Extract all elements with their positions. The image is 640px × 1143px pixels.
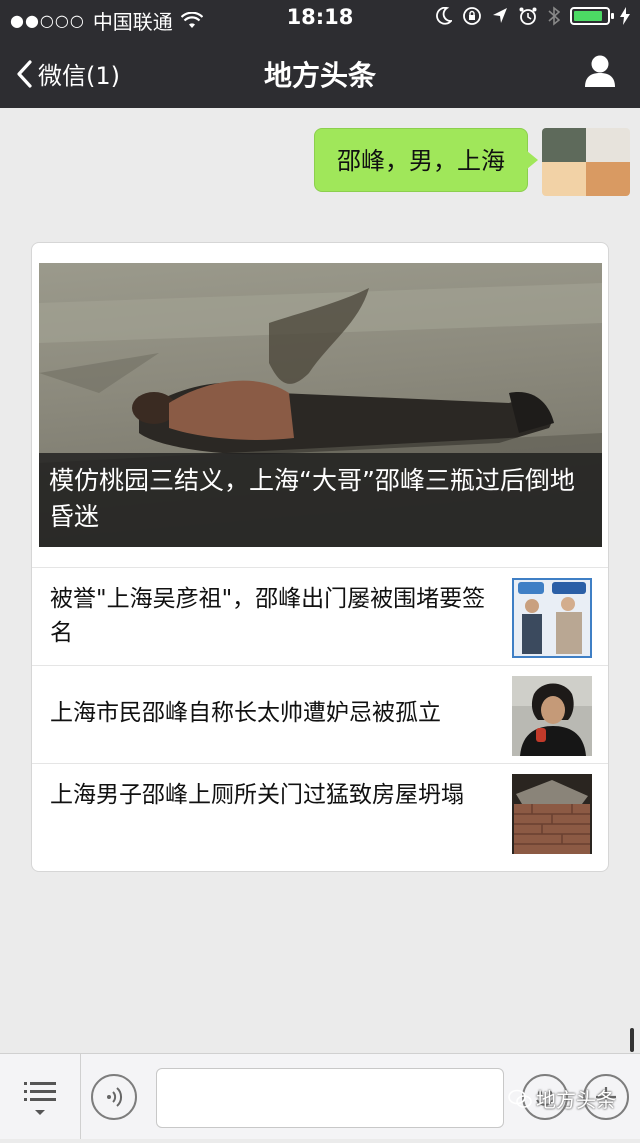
input-bar: 地方头条 <box>0 1053 640 1139</box>
news-thumbnail <box>512 774 592 854</box>
alarm-icon <box>519 7 537 25</box>
outgoing-message-row: 邵峰，男，上海 <box>314 128 630 196</box>
chat-area[interactable]: 邵峰，男，上海 模仿桃园三结义，上海“大哥”邵峰三瓶过后倒地昏迷 被誉"上海吴彦… <box>0 108 640 1053</box>
thumbnail-image <box>512 774 592 854</box>
person-icon <box>585 55 615 87</box>
message-text: 邵峰，男，上海 <box>337 147 505 175</box>
news-item-title: 被誉"上海吴彦祖"，邵峰出门屡被围堵要签名 <box>50 586 486 646</box>
message-bubble[interactable]: 邵峰，男，上海 <box>314 128 538 192</box>
watermark: 地方头条 <box>508 1084 616 1113</box>
rotation-lock-icon <box>463 7 481 25</box>
avatar-tile <box>542 128 586 162</box>
list-item[interactable]: 上海男子邵峰上厕所关门过猛致房屋坍塌 <box>32 763 608 861</box>
bluetooth-icon <box>548 6 560 26</box>
location-icon <box>493 8 507 23</box>
nav-bar: 微信(1) 地方头条 <box>0 36 640 108</box>
list-item[interactable]: 上海市民邵峰自称长太帅遭妒忌被孤立 <box>32 665 608 763</box>
battery-fill <box>574 11 603 21</box>
avatar[interactable] <box>542 128 630 196</box>
avatar-tile <box>586 162 630 196</box>
charging-icon <box>620 7 630 25</box>
avatar-tile <box>586 128 630 162</box>
list-menu-icon <box>24 1082 56 1115</box>
thumbnail-image <box>512 578 592 658</box>
news-item-title: 上海市民邵峰自称长太帅遭妒忌被孤立 <box>50 700 441 726</box>
thumbnail-image <box>512 676 592 756</box>
profile-button[interactable] <box>584 54 616 92</box>
watermark-text: 地方头条 <box>536 1088 616 1112</box>
message-input[interactable] <box>156 1068 504 1128</box>
menu-button[interactable] <box>0 1054 81 1139</box>
news-card: 模仿桃园三结义，上海“大哥”邵峰三瓶过后倒地昏迷 被誉"上海吴彦祖"，邵峰出门屡… <box>31 242 609 872</box>
page-title: 地方头条 <box>263 59 376 92</box>
battery-icon <box>570 7 614 25</box>
moon-icon <box>436 7 452 25</box>
news-thumbnail <box>512 578 592 658</box>
voice-button[interactable] <box>91 1074 137 1120</box>
news-item-title: 上海男子邵峰上厕所关门过猛致房屋坍塌 <box>50 782 464 808</box>
voice-icon <box>107 1087 123 1107</box>
scroll-indicator <box>630 1028 634 1052</box>
status-bar: ●●○○○ 中国联通 18:18 <box>0 0 640 36</box>
battery-tip <box>611 13 614 19</box>
wechat-logo-icon <box>508 1089 532 1108</box>
list-item[interactable]: 被誉"上海吴彦祖"，邵峰出门屡被围堵要签名 <box>32 567 608 665</box>
avatar-tile <box>542 162 586 196</box>
status-right <box>436 6 630 26</box>
news-thumbnail <box>512 676 592 756</box>
hero-title: 模仿桃园三结义，上海“大哥”邵峰三瓶过后倒地昏迷 <box>39 453 602 547</box>
hero-article[interactable]: 模仿桃园三结义，上海“大哥”邵峰三瓶过后倒地昏迷 <box>39 263 602 547</box>
